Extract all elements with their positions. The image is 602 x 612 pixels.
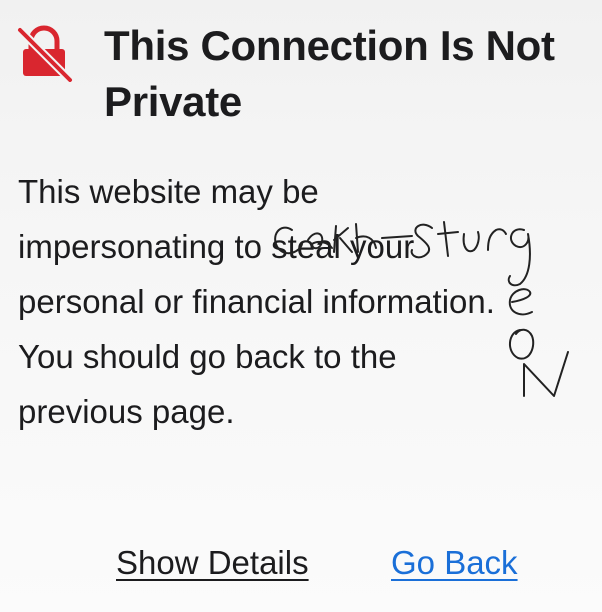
show-details-link[interactable]: Show Details [116,538,309,588]
action-bar: Show Details Go Back [0,538,602,588]
lock-crossed-icon [16,25,74,82]
go-back-link[interactable]: Go Back [391,538,518,588]
page-title: This Connection Is Not Private [104,22,555,125]
warning-message: This website may be impersonating to ste… [18,173,495,430]
connection-warning-page: This Connection Is Not Private This webs… [0,0,602,612]
